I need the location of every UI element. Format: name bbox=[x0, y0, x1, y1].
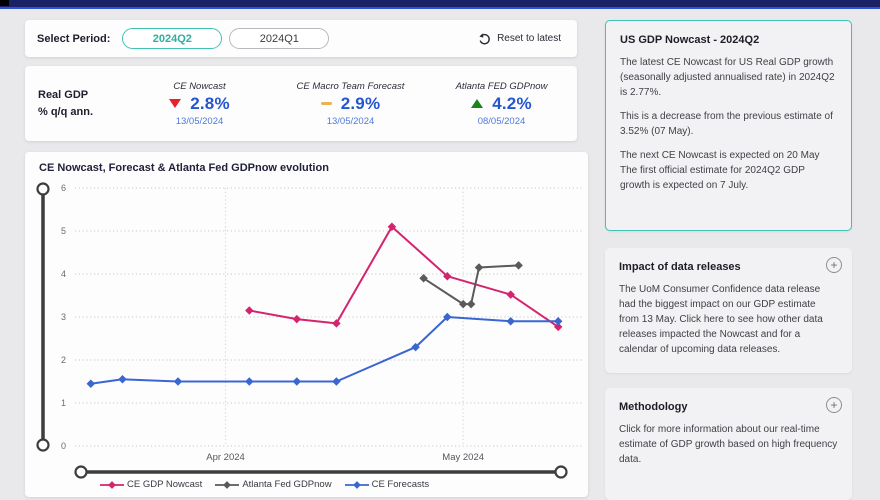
x-axis-tick-label: Apr 2024 bbox=[206, 452, 245, 463]
reset-to-latest-label: Reset to latest bbox=[497, 33, 561, 44]
metric-date: 13/05/2024 bbox=[327, 116, 375, 127]
period-button-label: 2024Q2 bbox=[153, 33, 192, 45]
data-point-marker[interactable] bbox=[514, 261, 522, 269]
expand-plus-icon[interactable]: + bbox=[826, 257, 842, 273]
legend-item-ce-gdp-nowcast[interactable]: CE GDP Nowcast bbox=[100, 479, 202, 490]
legend-item-ce-forecasts[interactable]: CE Forecasts bbox=[345, 479, 430, 490]
trend-indicator-icon bbox=[169, 99, 181, 108]
data-point-marker[interactable] bbox=[467, 300, 475, 308]
top-title-bar bbox=[0, 0, 880, 9]
data-point-marker[interactable] bbox=[293, 315, 301, 323]
data-point-marker[interactable] bbox=[293, 377, 301, 385]
legend-label: CE Forecasts bbox=[372, 479, 430, 490]
metric-ce-nowcast: CE Nowcast 2.8% 13/05/2024 bbox=[124, 66, 275, 141]
period-selector-card: Select Period: 2024Q2 2024Q1 Reset to la… bbox=[25, 20, 577, 57]
reset-to-latest-button[interactable]: Reset to latest bbox=[478, 33, 565, 45]
period-button-2024q1[interactable]: 2024Q1 bbox=[229, 28, 329, 49]
legend-line-diamond-icon bbox=[215, 480, 239, 490]
nowcast-summary-title: US GDP Nowcast - 2024Q2 bbox=[620, 34, 837, 46]
metric-atlanta-fed-gdpnow: Atlanta FED GDPnow 4.2% 08/05/2024 bbox=[426, 66, 577, 141]
chart-title: CE Nowcast, Forecast & Atlanta Fed GDPno… bbox=[39, 162, 329, 174]
data-point-marker[interactable] bbox=[245, 306, 253, 314]
impact-panel-title: Impact of data releases bbox=[619, 261, 838, 273]
data-point-marker[interactable] bbox=[87, 379, 95, 387]
y-axis-tick-label: 1 bbox=[61, 398, 66, 408]
legend-line-diamond-icon bbox=[345, 480, 369, 490]
period-button-label: 2024Q1 bbox=[260, 33, 299, 45]
y-axis-tick-label: 5 bbox=[61, 226, 66, 236]
y-axis-tick-label: 4 bbox=[61, 269, 66, 279]
metric-ce-macro-forecast: CE Macro Team Forecast 2.9% 13/05/2024 bbox=[275, 66, 426, 141]
methodology-panel-body[interactable]: Click for more information about our rea… bbox=[619, 422, 838, 467]
metric-name: CE Nowcast bbox=[173, 81, 225, 92]
y-axis-range-slider[interactable] bbox=[38, 184, 49, 451]
impact-of-data-releases-panel: Impact of data releases + The UoM Consum… bbox=[605, 248, 852, 373]
metric-name: CE Macro Team Forecast bbox=[297, 81, 405, 92]
impact-panel-body[interactable]: The UoM Consumer Confidence data release… bbox=[619, 282, 838, 357]
y-axis-tick-label: 3 bbox=[61, 312, 66, 322]
trend-indicator-icon bbox=[321, 102, 332, 105]
methodology-panel-title: Methodology bbox=[619, 401, 838, 413]
period-button-2024q2[interactable]: 2024Q2 bbox=[122, 28, 222, 49]
window-corner-mark bbox=[0, 0, 9, 6]
data-point-marker[interactable] bbox=[332, 377, 340, 385]
x-axis-tick-label: May 2024 bbox=[442, 452, 484, 463]
metrics-row-label: Real GDP % q/q ann. bbox=[38, 66, 124, 141]
metric-value: 2.8% bbox=[190, 94, 230, 114]
x-axis-range-slider[interactable] bbox=[76, 467, 567, 478]
series-line bbox=[249, 227, 558, 327]
y-axis-tick-label: 6 bbox=[61, 183, 66, 193]
metrics-row-label-line2: % q/q ann. bbox=[38, 104, 124, 121]
metrics-row-label-line1: Real GDP bbox=[38, 87, 124, 104]
data-point-marker[interactable] bbox=[506, 317, 514, 325]
series-line bbox=[91, 317, 558, 384]
data-point-marker[interactable] bbox=[475, 263, 483, 271]
data-point-marker[interactable] bbox=[332, 319, 340, 327]
nowcast-summary-paragraph: This is a decrease from the previous est… bbox=[620, 109, 837, 139]
y-axis-tick-label: 0 bbox=[61, 441, 66, 451]
legend-item-atlanta-fed-gdpnow[interactable]: Atlanta Fed GDPnow bbox=[215, 479, 331, 490]
y-axis-tick-label: 2 bbox=[61, 355, 66, 365]
gdp-metrics-card: Real GDP % q/q ann. CE Nowcast 2.8% 13/0… bbox=[25, 66, 577, 141]
methodology-panel: Methodology + Click for more information… bbox=[605, 388, 852, 500]
reset-undo-icon bbox=[478, 33, 491, 45]
chart-card: CE Nowcast, Forecast & Atlanta Fed GDPno… bbox=[25, 152, 588, 497]
nowcast-summary-paragraph: The next CE Nowcast is expected on 20 Ma… bbox=[620, 148, 837, 193]
legend-line-diamond-icon bbox=[100, 480, 124, 490]
metric-name: Atlanta FED GDPnow bbox=[456, 81, 548, 92]
trend-indicator-icon bbox=[471, 99, 483, 108]
slider-handle-top[interactable] bbox=[38, 184, 49, 195]
nowcast-summary-panel: US GDP Nowcast - 2024Q2 The latest CE No… bbox=[605, 20, 852, 231]
series-line bbox=[424, 265, 519, 304]
slider-handle-bottom[interactable] bbox=[38, 440, 49, 451]
data-point-marker[interactable] bbox=[174, 377, 182, 385]
data-point-marker[interactable] bbox=[245, 377, 253, 385]
slider-handle-left[interactable] bbox=[76, 467, 87, 478]
chart-legend: CE GDP Nowcast Atlanta Fed GDPnow CE For… bbox=[100, 479, 429, 490]
select-period-label: Select Period: bbox=[37, 33, 110, 45]
nowcast-summary-paragraph: The latest CE Nowcast for US Real GDP gr… bbox=[620, 55, 837, 100]
metric-date: 08/05/2024 bbox=[478, 116, 526, 127]
gdp-evolution-chart: 0 1 2 3 4 5 6 Apr 2024 May 2024 bbox=[25, 152, 588, 497]
expand-plus-icon[interactable]: + bbox=[826, 397, 842, 413]
metric-value: 2.9% bbox=[341, 94, 381, 114]
metric-value: 4.2% bbox=[492, 94, 532, 114]
legend-label: CE GDP Nowcast bbox=[127, 479, 202, 490]
legend-label: Atlanta Fed GDPnow bbox=[242, 479, 331, 490]
slider-handle-right[interactable] bbox=[556, 467, 567, 478]
data-point-marker[interactable] bbox=[118, 375, 126, 383]
metric-date: 13/05/2024 bbox=[176, 116, 224, 127]
